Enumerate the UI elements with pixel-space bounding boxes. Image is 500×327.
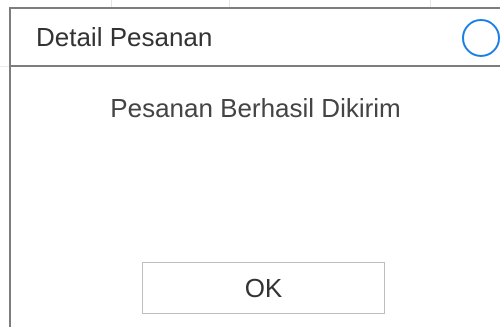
order-detail-dialog: Detail Pesanan Pesanan Berhasil Dikirim … [9, 7, 500, 327]
dialog-title: Detail Pesanan [36, 22, 213, 52]
background-grid-line [111, 0, 112, 7]
success-message: Pesanan Berhasil Dikirim [110, 93, 401, 123]
background-grid-line [430, 0, 431, 7]
circle-close-icon[interactable] [462, 19, 500, 57]
background-grid-line [229, 0, 230, 7]
dialog-titlebar: Detail Pesanan [11, 9, 500, 67]
ok-button[interactable]: OK [142, 262, 385, 314]
background-grid-line [0, 66, 9, 67]
page: Detail Pesanan Pesanan Berhasil Dikirim … [0, 0, 500, 327]
